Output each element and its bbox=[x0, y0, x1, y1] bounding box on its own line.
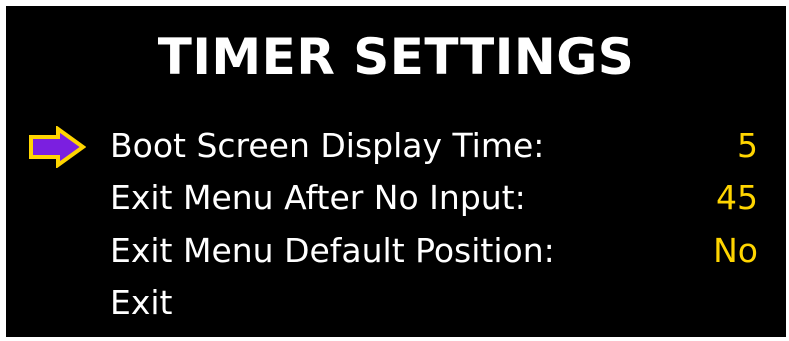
menu-item-exit-menu-after-no-input[interactable]: Exit Menu After No Input: 45 bbox=[6, 172, 786, 224]
menu-item-label: Exit Menu Default Position: bbox=[110, 231, 555, 270]
menu-item-value: No bbox=[713, 231, 758, 270]
menu-item-label: Boot Screen Display Time: bbox=[110, 126, 545, 165]
menu-item-value: 45 bbox=[716, 178, 758, 217]
menu-item-exit-menu-default-position[interactable]: Exit Menu Default Position: No bbox=[6, 225, 786, 277]
menu-item-exit[interactable]: Exit bbox=[6, 277, 786, 329]
arrow-right-icon bbox=[29, 126, 86, 168]
menu-item-label: Exit bbox=[110, 283, 173, 322]
menu-title: TIMER SETTINGS bbox=[157, 28, 635, 86]
menu-item-label: Exit Menu After No Input: bbox=[110, 178, 526, 217]
osd-screen: TIMER SETTINGS Boot Screen Display Time:… bbox=[6, 6, 786, 337]
menu-item-boot-screen-display-time[interactable]: Boot Screen Display Time: 5 bbox=[6, 120, 786, 172]
menu-item-value: 5 bbox=[737, 126, 758, 165]
